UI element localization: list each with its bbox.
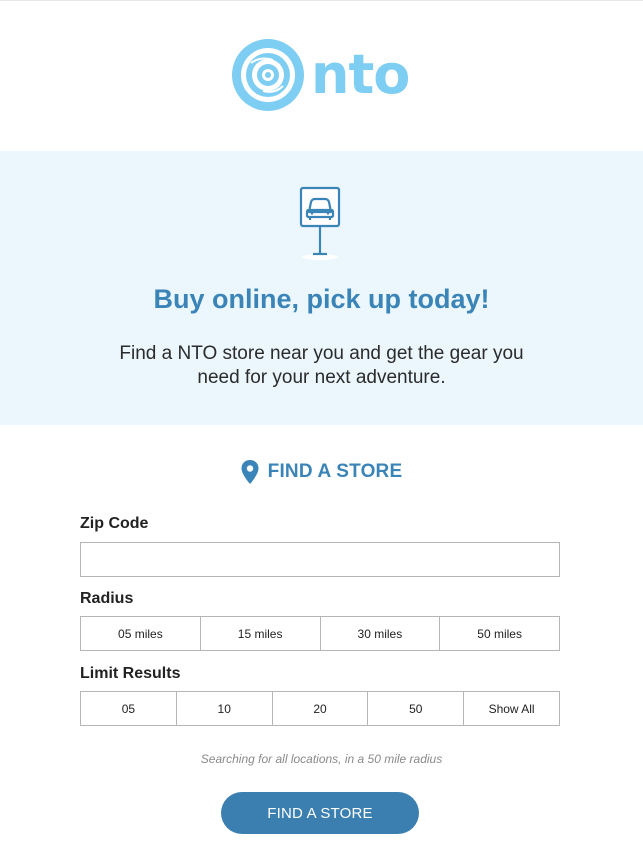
logo-wordmark: nto xyxy=(311,43,410,106)
find-store-heading-text: FIND A STORE xyxy=(267,461,403,482)
radius-option-50[interactable]: 50 miles xyxy=(439,616,560,651)
find-store-button[interactable]: FIND A STORE xyxy=(221,792,419,834)
radius-option-30[interactable]: 30 miles xyxy=(319,616,441,651)
limit-option-10[interactable]: 10 xyxy=(175,691,273,726)
top-divider xyxy=(0,0,643,1)
radius-option-05[interactable]: 05 miles xyxy=(80,616,201,651)
limit-results-selector: 05 10 20 50 Show All xyxy=(80,691,560,726)
hero-banner: Buy online, pick up today! Find a NTO st… xyxy=(0,151,643,425)
find-store-heading: FIND A STORE xyxy=(0,460,643,484)
nto-logo-mark-icon xyxy=(232,39,304,111)
hero-description: Find a NTO store near you and get the ge… xyxy=(119,343,524,388)
radius-label: Radius xyxy=(80,590,134,607)
zip-code-label: Zip Code xyxy=(80,515,149,532)
nto-logo: nto xyxy=(231,38,410,112)
radius-selector: 05 miles 15 miles 30 miles 50 miles xyxy=(80,616,560,651)
parking-sign-car-icon xyxy=(299,186,341,260)
limit-option-20[interactable]: 20 xyxy=(271,691,369,726)
hero-title: Buy online, pick up today! xyxy=(153,284,490,314)
zip-code-input[interactable] xyxy=(80,542,560,577)
limit-option-show-all[interactable]: Show All xyxy=(463,691,560,726)
limit-results-label: Limit Results xyxy=(80,665,181,682)
map-pin-icon xyxy=(241,460,259,484)
search-summary-note: Searching for all locations, in a 50 mil… xyxy=(200,752,443,766)
limit-option-50[interactable]: 50 xyxy=(367,691,465,726)
radius-option-15[interactable]: 15 miles xyxy=(199,616,321,651)
limit-option-05[interactable]: 05 xyxy=(80,691,177,726)
